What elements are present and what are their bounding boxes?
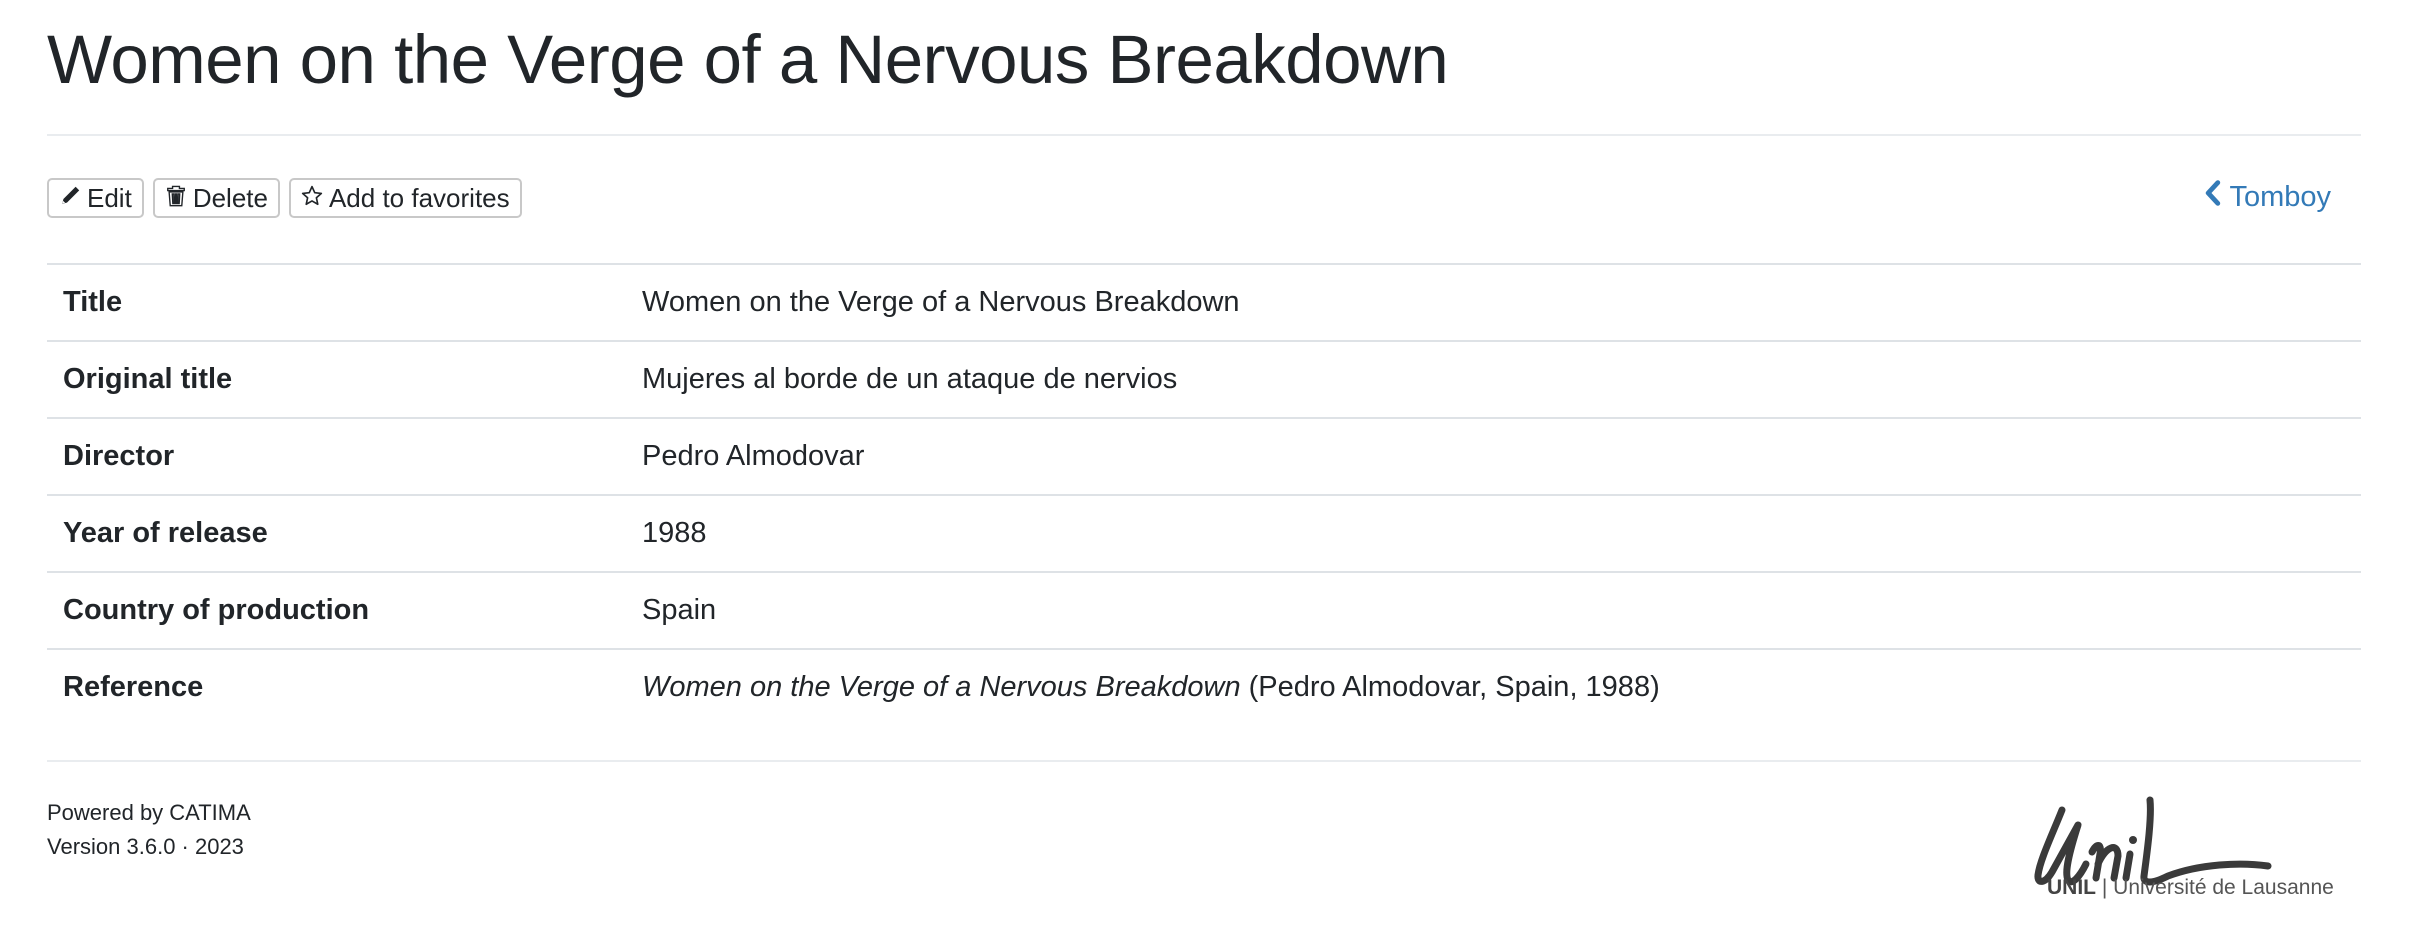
action-toolbar: Edit Delete Add to favorites <box>47 178 522 222</box>
unil-separator: | <box>2101 876 2108 899</box>
back-link-tomboy[interactable]: Tomboy <box>2205 180 2331 214</box>
row-label: Reference <box>47 648 626 725</box>
row-value: Pedro Almodovar <box>626 417 2361 495</box>
row-label: Country of production <box>47 571 626 649</box>
reference-details: (Pedro Almodovar, Spain, 1988) <box>1248 671 1660 703</box>
delete-button-label: Delete <box>192 182 268 213</box>
add-to-favorites-label: Add to favorites <box>328 182 510 213</box>
unil-short-name: UNIL <box>2047 876 2096 899</box>
table-row: Year of release 1988 <box>47 494 2361 572</box>
row-value: Women on the Verge of a Nervous Breakdow… <box>626 263 2361 341</box>
title-divider <box>47 134 2361 136</box>
row-value: Mujeres al borde de un ataque de nervios <box>626 340 2361 418</box>
edit-button[interactable]: Edit <box>47 178 144 218</box>
back-link-label: Tomboy <box>2229 180 2331 213</box>
footer-divider <box>47 760 2361 762</box>
row-label: Title <box>47 263 626 341</box>
row-value: 1988 <box>626 494 2361 572</box>
version-text: Version 3.6.0 · 2023 <box>47 834 244 859</box>
trash-icon <box>165 183 193 214</box>
table-row: Original title Mujeres al borde de un at… <box>47 340 2361 418</box>
table-row: Reference Women on the Verge of a Nervou… <box>47 648 2361 725</box>
star-icon <box>301 183 329 214</box>
details-table: Title Women on the Verge of a Nervous Br… <box>47 263 2361 725</box>
unil-full-name: Université de Lausanne <box>2113 876 2334 899</box>
row-label: Original title <box>47 340 626 418</box>
edit-button-label: Edit <box>87 182 132 213</box>
table-row: Title Women on the Verge of a Nervous Br… <box>47 263 2361 341</box>
powered-by-text: Powered by CATIMA <box>47 800 251 825</box>
chevron-left-icon <box>2205 180 2229 214</box>
row-label: Director <box>47 417 626 495</box>
unil-caption: UNIL | Université de Lausanne <box>2047 876 2334 900</box>
add-to-favorites-button[interactable]: Add to favorites <box>288 178 522 218</box>
delete-button[interactable]: Delete <box>152 178 280 218</box>
pencil-icon <box>59 183 87 214</box>
row-value: Women on the Verge of a Nervous Breakdow… <box>626 648 2361 725</box>
row-value: Spain <box>626 571 2361 649</box>
reference-title: Women on the Verge of a Nervous Breakdow… <box>642 671 1241 703</box>
table-row: Country of production Spain <box>47 571 2361 649</box>
table-row: Director Pedro Almodovar <box>47 417 2361 495</box>
page-title: Women on the Verge of a Nervous Breakdow… <box>47 21 1449 98</box>
footer-info: Powered by CATIMA Version 3.6.0 · 2023 <box>47 796 251 864</box>
row-label: Year of release <box>47 494 626 572</box>
